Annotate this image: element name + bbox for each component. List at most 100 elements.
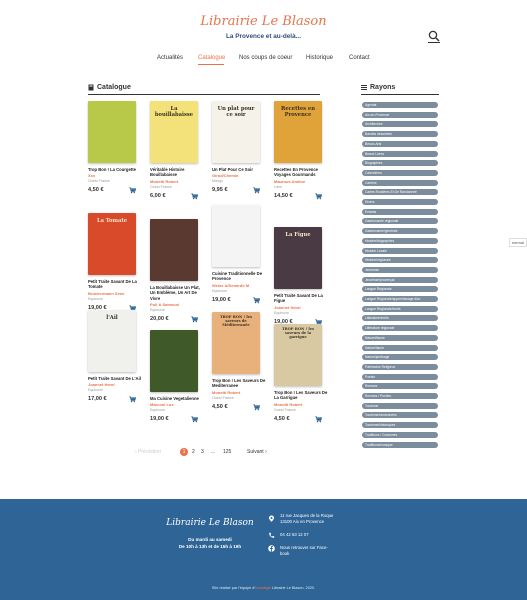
rayon-item[interactable]: Jeunesse/provençal <box>362 276 438 283</box>
add-to-cart-icon[interactable] <box>315 192 322 200</box>
add-to-cart-icon[interactable] <box>315 415 322 423</box>
add-to-cart-icon[interactable] <box>253 187 260 194</box>
site-logo[interactable]: Librairie Le Blason <box>0 14 527 29</box>
rayon-item[interactable]: Beaux-Arts <box>362 140 438 147</box>
rayon-item[interactable]: Langue Régionale/apprentissage dico <box>362 296 438 302</box>
rayon-item[interactable]: Histoire/biographies <box>362 237 438 244</box>
footer-facebook-link[interactable]: Nous retrouver sur Face- book <box>280 545 328 557</box>
rayon-item[interactable]: Enfants <box>362 208 438 215</box>
nav-coups-de-coeur[interactable]: Nos coups de coeur <box>239 55 292 61</box>
add-to-cart-icon[interactable] <box>129 396 136 403</box>
rayon-item[interactable]: Agenda <box>362 102 438 108</box>
rayon-item[interactable]: Tourisme <box>362 402 438 409</box>
book-title[interactable]: Trop Bon ! Les Saveurs De La Garrigue <box>274 390 328 401</box>
book-card[interactable]: La bouillabaisse Véritable Histoire Bouil… <box>150 101 208 201</box>
book-title[interactable]: Trop Bon ! Les Saveurs De Mediterranee <box>212 378 266 389</box>
book-card[interactable]: l'Ail Petit Traite Savant De L'Ail Joannet… <box>88 310 146 404</box>
rayon-item[interactable]: Nature/faune <box>362 344 438 351</box>
rayon-item[interactable]: Jeunesse <box>362 266 438 273</box>
add-to-cart-icon[interactable] <box>129 187 136 194</box>
rayon-item[interactable]: Tourisme/randonnées <box>362 412 438 419</box>
book-author[interactable]: Monetti Robert <box>150 179 208 184</box>
book-cover[interactable]: Un plat pour ce soir <box>212 101 260 163</box>
book-cover[interactable]: La Figue <box>274 227 322 289</box>
pagination-page-125[interactable]: 125 <box>223 449 231 455</box>
book-cover[interactable]: TROP BON ! les saveurs de la garrigue <box>274 324 322 386</box>
book-card[interactable]: La Figue Petit Traite Savant De La Figue J… <box>274 227 332 327</box>
rayon-item[interactable]: Gastronomie régionale <box>362 218 438 225</box>
book-title[interactable]: Trop Bon ! La Courgette <box>88 167 142 172</box>
rayon-item[interactable]: Nature/jardinage <box>362 354 438 361</box>
book-title[interactable]: Un Plat Pour Ce Soir <box>212 167 266 172</box>
add-to-cart-icon[interactable] <box>191 192 198 200</box>
pagination-prev[interactable]: ‹ Précédent <box>135 449 161 455</box>
book-author[interactable]: Xxx <box>88 173 146 178</box>
book-cover[interactable] <box>212 205 260 267</box>
book-title[interactable]: Petit Traite Savant De L'Ail <box>88 376 142 381</box>
nav-actualites[interactable]: Actualités <box>157 55 183 61</box>
book-author[interactable]: Joannet Henri <box>274 305 332 310</box>
book-author[interactable]: Joannet Henri <box>88 382 146 387</box>
facebook-icon[interactable] <box>268 545 275 552</box>
book-cover[interactable] <box>150 330 198 392</box>
rayon-item[interactable]: Littérature régionale <box>362 325 438 332</box>
rayon-item[interactable]: Beaux Livres <box>362 150 438 157</box>
rayon-item[interactable]: Langue Régionale/écrits <box>362 305 438 312</box>
rayon-item[interactable]: Biographies <box>362 160 438 167</box>
book-author[interactable]: Girod/Chemin <box>212 173 270 178</box>
book-author[interactable]: Bruckermann Sven <box>88 291 146 296</box>
book-author[interactable]: Monetti Robert <box>274 402 332 407</box>
book-card[interactable]: TROP BON ! les saveurs de la garrigue Tro… <box>274 324 332 424</box>
book-cover[interactable]: TROP BON ! les saveurs de Méditerranée <box>212 312 260 374</box>
book-cover[interactable] <box>150 219 198 281</box>
rayon-item[interactable]: Gastronomie/générale <box>362 228 438 235</box>
book-author[interactable]: Maurous Andine <box>274 179 332 184</box>
rayon-item[interactable]: Langue Régionale <box>362 286 438 293</box>
book-card[interactable]: Recettes en Provence Recettes En Provence… <box>274 101 332 201</box>
rayon-item[interactable]: Calendriers <box>362 169 438 176</box>
book-cover[interactable]: La bouillabaisse <box>150 101 198 163</box>
add-to-cart-icon[interactable] <box>191 316 198 323</box>
book-card[interactable]: Un plat pour ce soir Un Plat Pour Ce Soir… <box>212 101 270 195</box>
footer-phone[interactable]: 04 42 63 12 07 <box>280 532 309 538</box>
rayon-item[interactable]: Architecture <box>362 121 438 128</box>
rayon-item[interactable]: Littérature/écrits <box>362 315 438 322</box>
pagination-next[interactable]: Suivant › <box>247 449 267 455</box>
rayon-item[interactable]: Patrimoine Religieux <box>362 363 438 370</box>
book-cover[interactable]: Recettes en Provence <box>274 101 322 163</box>
rayon-item[interactable]: Naturel/faune <box>362 334 438 341</box>
book-title[interactable]: Véritable Histoire Bouillabaisse <box>150 167 204 178</box>
book-title[interactable]: La Bouillabaisse Un Plat, Un Emblème, Un… <box>150 285 204 301</box>
book-title[interactable]: Petit Traite Savant De La Figue <box>274 293 328 304</box>
rayon-item[interactable]: Histoire Locale <box>362 247 438 254</box>
book-author[interactable]: Weiss A/Demirdö M <box>212 283 270 288</box>
pagination-page-1[interactable]: 1 <box>180 448 188 456</box>
pagination-page-2[interactable]: 2 <box>192 449 195 455</box>
rayon-item[interactable]: Traditions/musique <box>362 441 438 448</box>
nav-catalogue[interactable]: Catalogue <box>198 55 225 61</box>
pagination-page-3[interactable]: 3 <box>201 449 204 455</box>
rayon-item[interactable]: Cartes Routières Et De Randonnée <box>362 189 438 196</box>
book-title[interactable]: Ma Cuisine Vegetalienne <box>150 396 204 401</box>
rayon-item[interactable]: Aix-en-Provence <box>362 111 438 118</box>
add-to-cart-icon[interactable] <box>191 416 198 423</box>
footer-credit-link[interactable]: Nostalgie <box>255 586 271 590</box>
book-author[interactable]: Marconi Lus <box>150 402 208 407</box>
rayon-item[interactable]: Divers <box>362 199 438 205</box>
rayon-item[interactable]: Carterie <box>362 179 438 186</box>
book-author[interactable]: Monetti Robert <box>212 390 270 395</box>
search-icon[interactable] <box>428 30 440 42</box>
book-cover[interactable] <box>88 101 136 163</box>
book-card[interactable]: La Tomate Petit Traite Savant De La Tomat… <box>88 213 146 313</box>
book-title[interactable]: Cuisine Traditionnelle De Provence <box>212 271 266 282</box>
rayon-item[interactable]: Romans <box>362 383 438 390</box>
book-cover[interactable]: La Tomate <box>88 213 136 275</box>
rayon-item[interactable]: Poésie <box>362 373 438 380</box>
book-card[interactable]: Cuisine Traditionnelle De Provence Weiss … <box>212 205 270 305</box>
add-to-cart-icon[interactable] <box>253 403 260 411</box>
rayon-item[interactable]: Bandes dessinées <box>362 131 438 138</box>
nav-contact[interactable]: Contact <box>349 55 370 61</box>
rayon-item[interactable]: Tourisme/historiques <box>362 422 438 429</box>
rayon-item[interactable]: Romans / Poches <box>362 393 438 399</box>
book-title[interactable]: Recettes En Provence Voyages Gourmands <box>274 167 328 178</box>
